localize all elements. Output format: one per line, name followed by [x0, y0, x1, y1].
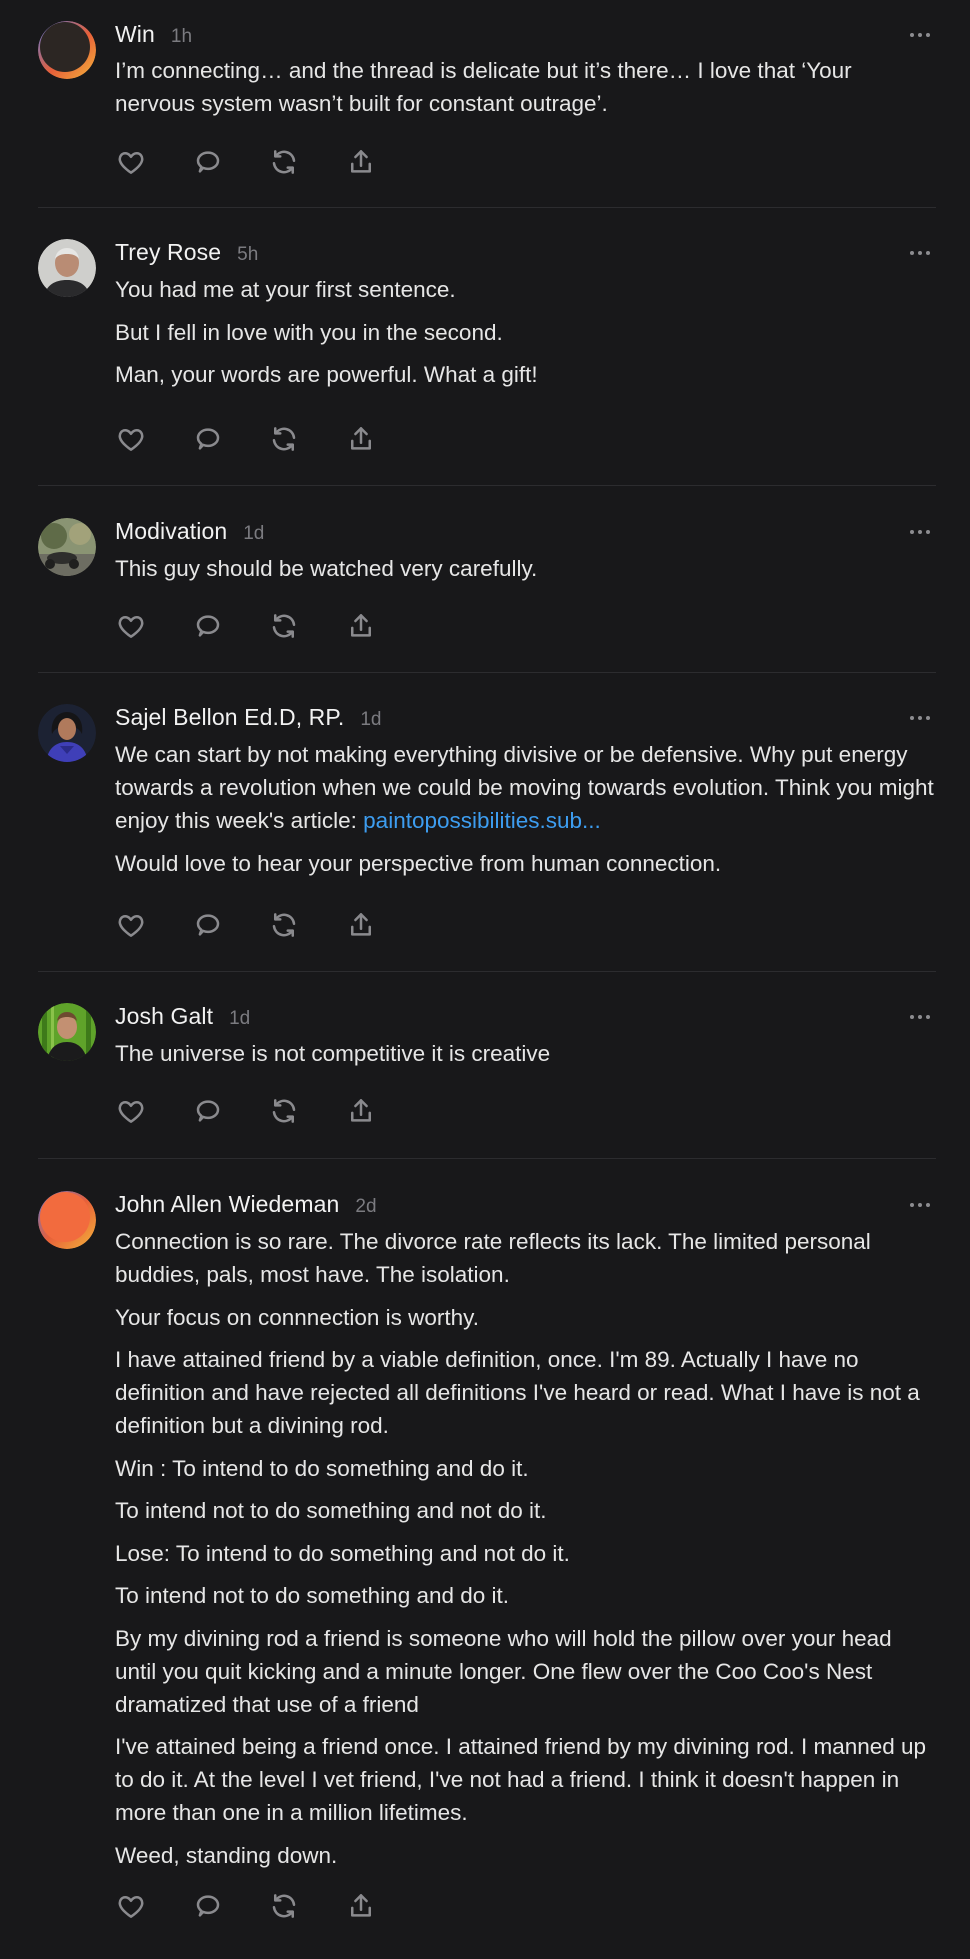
- reply-icon[interactable]: [192, 146, 224, 178]
- share-icon[interactable]: [345, 1095, 377, 1127]
- heart-icon[interactable]: [115, 423, 147, 455]
- comment-text: This guy should be watched very carefull…: [115, 556, 538, 581]
- heart-icon[interactable]: [115, 1890, 147, 1922]
- comment-item: Josh Galt 1d The universe is not competi…: [38, 972, 936, 1159]
- more-options-icon[interactable]: [904, 524, 936, 540]
- comment-text: I’m connecting… and the thread is delica…: [115, 58, 852, 116]
- comment-item: Sajel Bellon Ed.D, RP. 1d We can start b…: [38, 673, 936, 972]
- restack-icon[interactable]: [268, 610, 300, 642]
- comment-text: Your focus on connnection is worthy.: [115, 1304, 479, 1330]
- comment-item: Win 1h I’m connecting… and the thread is…: [38, 0, 936, 208]
- comment-text: We can start by not making everything di…: [115, 738, 936, 837]
- timestamp: 2d: [355, 1196, 377, 1217]
- comment-item: Trey Rose 5h You had me at your first se…: [38, 208, 936, 486]
- comment-text: To intend not to do something and do it.: [115, 1583, 510, 1608]
- heart-icon[interactable]: [115, 610, 147, 642]
- comment-text: You had me at your first sentence.: [115, 277, 456, 302]
- reply-icon[interactable]: [192, 909, 224, 941]
- article-link[interactable]: paintopossibilities.sub...: [363, 808, 601, 833]
- timestamp: 1h: [170, 26, 193, 47]
- comment-item: John Allen Wiedeman 2d Connection is so …: [38, 1159, 936, 1959]
- comment-text: The universe is not competitive it is cr…: [115, 1041, 551, 1066]
- timestamp: 1d: [360, 709, 382, 730]
- avatar-image: [38, 518, 96, 576]
- avatar[interactable]: [38, 239, 96, 297]
- comment-feed: Win 1h I’m connecting… and the thread is…: [0, 0, 970, 1959]
- avatar[interactable]: [38, 1003, 96, 1061]
- comment-text: I've attained being a friend once. I att…: [115, 1734, 927, 1825]
- timestamp: 1d: [243, 523, 265, 544]
- comment-text: Would love to hear your perspective from…: [115, 850, 722, 876]
- comment-text: But I fell in love with you in the secon…: [115, 319, 503, 345]
- author-name[interactable]: Modivation: [115, 518, 227, 545]
- restack-icon[interactable]: [268, 146, 300, 178]
- share-icon[interactable]: [345, 909, 377, 941]
- more-options-icon[interactable]: [904, 710, 936, 726]
- author-name[interactable]: Trey Rose: [115, 239, 221, 266]
- restack-icon[interactable]: [268, 1095, 300, 1127]
- comment-text: Man, your words are powerful. What a gif…: [115, 362, 538, 387]
- comment-text: Weed, standing down.: [115, 1842, 338, 1868]
- comment-item: Modivation 1d This guy should be watched…: [38, 486, 936, 673]
- heart-icon[interactable]: [115, 909, 147, 941]
- timestamp: 1d: [229, 1008, 251, 1029]
- comment-text: To intend not to do something and not do…: [115, 1498, 547, 1523]
- share-icon[interactable]: [345, 610, 377, 642]
- avatar-image: [38, 1003, 96, 1061]
- reply-icon[interactable]: [192, 423, 224, 455]
- heart-icon[interactable]: [115, 1095, 147, 1127]
- more-options-icon[interactable]: [904, 27, 936, 43]
- reply-icon[interactable]: [192, 1890, 224, 1922]
- comment-text: Win : To intend to do something and do i…: [115, 1455, 529, 1481]
- share-icon[interactable]: [345, 1890, 377, 1922]
- avatar-image: [38, 239, 96, 297]
- restack-icon[interactable]: [268, 1890, 300, 1922]
- restack-icon[interactable]: [268, 423, 300, 455]
- author-name[interactable]: Sajel Bellon Ed.D, RP.: [115, 704, 344, 731]
- avatar-image: [38, 1191, 96, 1249]
- more-options-icon[interactable]: [904, 1009, 936, 1025]
- avatar[interactable]: [38, 704, 96, 762]
- author-name[interactable]: John Allen Wiedeman: [115, 1191, 339, 1218]
- comment-text: Connection is so rare. The divorce rate …: [115, 1229, 871, 1287]
- share-icon[interactable]: [345, 146, 377, 178]
- author-name[interactable]: Win: [115, 21, 155, 48]
- avatar[interactable]: [38, 21, 96, 79]
- more-options-icon[interactable]: [904, 1197, 936, 1213]
- avatar-image: [38, 704, 96, 762]
- restack-icon[interactable]: [268, 909, 300, 941]
- timestamp: 5h: [237, 244, 259, 265]
- reply-icon[interactable]: [192, 1095, 224, 1127]
- comment-text: I have attained friend by a viable defin…: [115, 1347, 920, 1438]
- comment-text: By my divining rod a friend is someone w…: [115, 1625, 892, 1717]
- comment-text: Lose: To intend to do something and not …: [115, 1540, 570, 1566]
- share-icon[interactable]: [345, 423, 377, 455]
- reply-icon[interactable]: [192, 610, 224, 642]
- heart-icon[interactable]: [115, 146, 147, 178]
- avatar-image: [38, 21, 96, 79]
- more-options-icon[interactable]: [904, 245, 936, 261]
- avatar[interactable]: [38, 518, 96, 576]
- author-name[interactable]: Josh Galt: [115, 1003, 213, 1030]
- avatar[interactable]: [38, 1191, 96, 1249]
